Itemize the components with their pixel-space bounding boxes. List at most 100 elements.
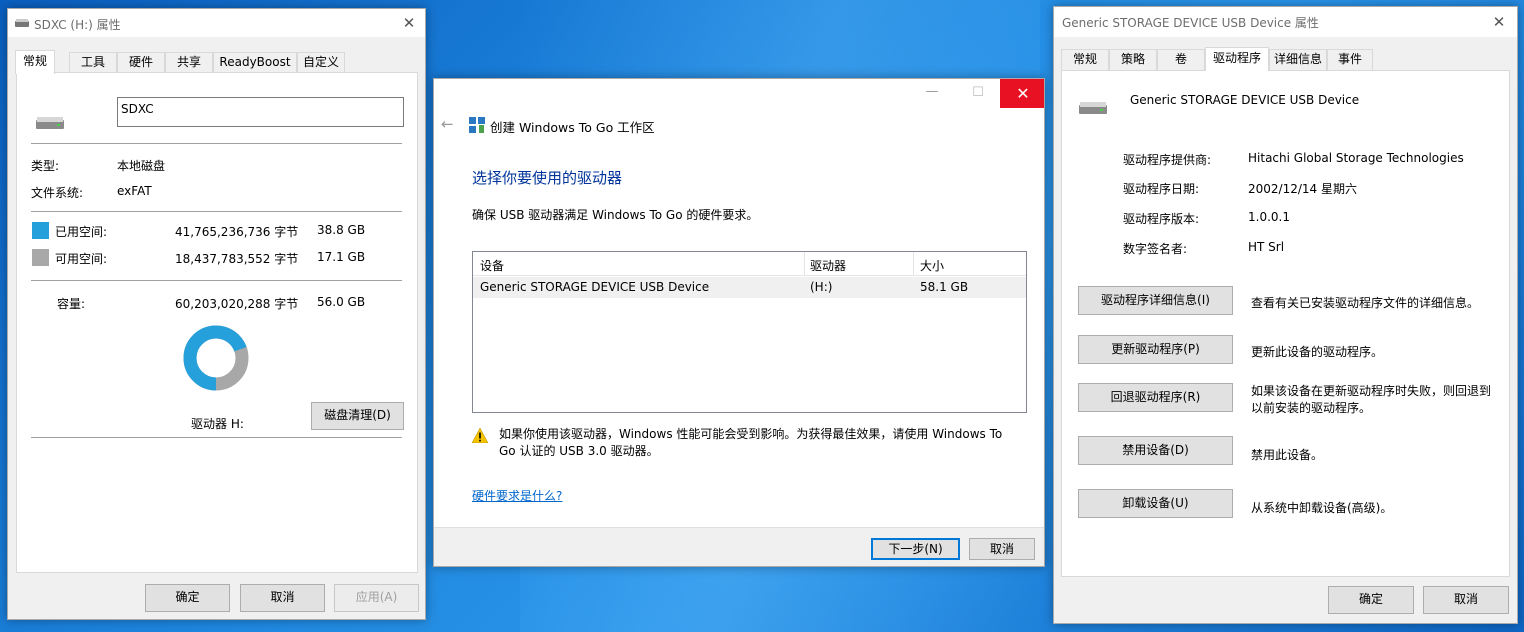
title-bar: — ☐ ✕ [434,79,1044,108]
cancel-button[interactable]: 取消 [1423,586,1509,614]
used-label: 已用空间: [55,225,108,239]
free-bytes: 18,437,783,552 字节 [175,252,299,266]
wizard-subtitle: 确保 USB 驱动器满足 Windows To Go 的硬件要求。 [472,208,759,222]
hardware-requirements-link[interactable]: 硬件要求是什么? [472,487,562,504]
tab-details[interactable]: 详细信息 [1269,49,1327,70]
disable-device-desc: 禁用此设备。 [1251,448,1324,462]
drive-letter-label: 驱动器 H: [191,417,244,431]
separator [31,211,402,212]
capacity-bytes: 60,203,020,288 字节 [175,297,299,311]
device-name: Generic STORAGE DEVICE USB Device [1130,93,1360,107]
drive-list-header: 设备 驱动器 大小 [473,252,1026,276]
usb-device-properties-window: Generic STORAGE DEVICE USB Device 属性 ✕ 常… [1053,6,1518,624]
driver-date-label: 驱动程序日期: [1123,182,1200,196]
used-color-swatch [32,222,49,239]
warning-text: 如果你使用该驱动器，Windows 性能可能会受到影响。为获得最佳效果，请使用 … [499,427,1003,458]
tab-driver[interactable]: 驱动程序 [1205,47,1269,71]
minimize-icon[interactable]: — [918,83,946,103]
close-icon[interactable]: ✕ [1000,79,1044,108]
tab-general[interactable]: 常规 [15,50,55,74]
disable-device-button[interactable]: 禁用设备(D) [1078,436,1233,465]
column-header-size[interactable]: 大小 [920,257,944,274]
row-size: 58.1 GB [920,280,969,294]
tab-sharing[interactable]: 共享 [165,52,213,73]
window-title: SDXC (H:) 属性 [34,18,121,32]
driver-date-value: 2002/12/14 星期六 [1248,182,1357,196]
type-label: 类型: [31,159,60,173]
row-device: Generic STORAGE DEVICE USB Device [480,280,710,294]
driver-provider-value: Hitachi Global Storage Technologies [1248,151,1464,165]
driver-panel: Generic STORAGE DEVICE USB Device 驱动程序提供… [1061,70,1510,577]
window-title: Generic STORAGE DEVICE USB Device 属性 [1062,16,1319,30]
general-panel: SDXC 类型: 本地磁盘 文件系统: exFAT 已用空间: 41,765,2… [16,72,418,573]
windows-to-go-icon [469,117,485,133]
type-value: 本地磁盘 [117,159,166,173]
tab-tools[interactable]: 工具 [69,52,117,73]
separator [31,280,402,281]
digital-signer-label: 数字签名者: [1123,242,1188,256]
capacity-label: 容量: [57,297,86,311]
uninstall-device-desc: 从系统中卸载设备(高级)。 [1251,501,1393,515]
cancel-button[interactable]: 取消 [969,538,1035,560]
column-divider [804,252,805,276]
tab-readyboost[interactable]: ReadyBoost [213,52,297,73]
windows-to-go-wizard: — ☐ ✕ ← 创建 Windows To Go 工作区 选择你要使用的驱动器 … [433,78,1045,567]
digital-signer-value: HT Srl [1248,240,1285,254]
used-size: 38.8 GB [317,223,366,237]
tab-policies[interactable]: 策略 [1109,49,1157,70]
close-icon[interactable]: ✕ [399,13,419,33]
wizard-footer: 下一步(N) 取消 [434,527,1044,566]
row-drive: (H:) [810,280,833,294]
capacity-size: 56.0 GB [317,295,366,309]
ok-button[interactable]: 确定 [1328,586,1414,614]
column-header-drive[interactable]: 驱动器 [810,257,846,274]
drive-icon [36,117,64,129]
next-button[interactable]: 下一步(N) [871,538,960,560]
free-color-swatch [32,249,49,266]
wizard-header-title: 创建 Windows To Go 工作区 [490,120,655,135]
separator [31,437,402,438]
roll-back-driver-button[interactable]: 回退驱动程序(R) [1078,383,1233,412]
disk-cleanup-button[interactable]: 磁盘清理(D) [311,402,404,430]
driver-details-button[interactable]: 驱动程序详细信息(I) [1078,286,1233,315]
free-size: 17.1 GB [317,250,366,264]
tab-hardware[interactable]: 硬件 [117,52,165,73]
sdxc-properties-window: SDXC (H:) 属性 ✕ 常规 工具 硬件 共享 ReadyBoost 自定… [7,8,426,620]
filesystem-label: 文件系统: [31,186,84,200]
drive-icon [15,19,29,27]
uninstall-device-button[interactable]: 卸载设备(U) [1078,489,1233,518]
update-driver-desc: 更新此设备的驱动程序。 [1251,345,1384,359]
wizard-heading: 选择你要使用的驱动器 [472,169,623,187]
update-driver-button[interactable]: 更新驱动程序(P) [1078,335,1233,364]
tab-volumes[interactable]: 卷 [1157,49,1205,70]
tab-general[interactable]: 常规 [1061,49,1109,70]
close-icon[interactable]: ✕ [1489,12,1509,32]
column-divider [913,252,914,276]
cancel-button[interactable]: 取消 [240,584,325,612]
usage-donut-chart [183,325,249,391]
roll-back-driver-desc: 如果该设备在更新驱动程序时失败，则回退到以前安装的驱动程序。 [1251,384,1492,415]
title-bar: SDXC (H:) 属性 ✕ [8,9,425,37]
driver-provider-label: 驱动程序提供商: [1123,153,1212,167]
column-header-device[interactable]: 设备 [480,257,504,274]
drive-list: 设备 驱动器 大小 Generic STORAGE DEVICE USB Dev… [472,251,1027,413]
separator [31,143,402,144]
free-label: 可用空间: [55,252,108,266]
warning-icon [472,428,488,443]
ok-button[interactable]: 确定 [145,584,230,612]
filesystem-value: exFAT [117,184,152,198]
volume-name-field[interactable]: SDXC [117,97,404,127]
tab-events[interactable]: 事件 [1327,49,1373,70]
back-arrow-icon[interactable]: ← [441,115,454,133]
driver-details-desc: 查看有关已安装驱动程序文件的详细信息。 [1251,296,1480,310]
driver-version-value: 1.0.0.1 [1248,210,1290,224]
title-bar: Generic STORAGE DEVICE USB Device 属性 ✕ [1054,7,1517,37]
drive-list-row[interactable]: Generic STORAGE DEVICE USB Device (H:) 5… [473,277,1026,298]
volume-name-value: SDXC [121,102,154,116]
maximize-icon[interactable]: ☐ [964,83,992,103]
apply-button[interactable]: 应用(A) [334,584,419,612]
driver-version-label: 驱动程序版本: [1123,212,1200,226]
usb-device-icon [1079,102,1107,114]
used-bytes: 41,765,236,736 字节 [175,225,299,239]
tab-customize[interactable]: 自定义 [297,52,345,73]
